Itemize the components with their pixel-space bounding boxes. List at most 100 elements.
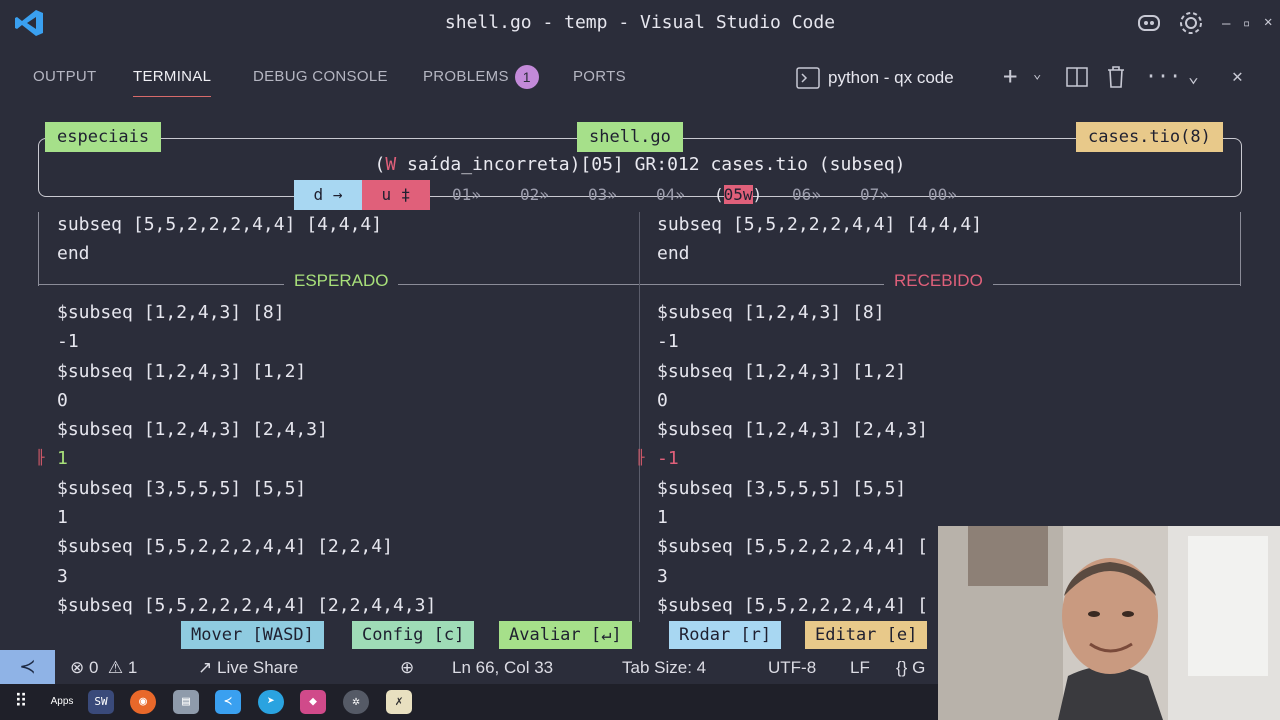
especiais-label: especiais bbox=[45, 122, 162, 152]
restore-icon[interactable]: ▫ bbox=[1243, 16, 1250, 30]
right-input-line: subseq [5,5,2,2,2,4,4] [4,4,4] bbox=[657, 214, 983, 235]
diff-marker-right: ╟ bbox=[636, 450, 645, 466]
settings-app-icon[interactable]: ✲ bbox=[343, 690, 369, 714]
pane-divider bbox=[639, 212, 640, 622]
new-terminal-plus-icon[interactable]: + bbox=[1003, 62, 1017, 90]
expected-output-line: $subseq [1,2,4,3] [1,2] bbox=[57, 360, 307, 382]
cursor-position[interactable]: Ln 66, Col 33 bbox=[452, 658, 553, 678]
tab-size[interactable]: Tab Size: 4 bbox=[622, 658, 706, 678]
expected-output-line: 3 bbox=[57, 565, 68, 587]
diamond-app-icon[interactable]: ◆ bbox=[300, 690, 326, 714]
config-button[interactable]: Config [c] bbox=[352, 621, 475, 649]
telegram-icon[interactable]: ➤ bbox=[258, 690, 284, 714]
evaluate-button[interactable]: Avaliar [↵] bbox=[499, 621, 632, 649]
case-tab-01[interactable]: 01» bbox=[452, 180, 481, 210]
received-output-line: $subseq [3,5,5,5] [5,5] bbox=[657, 477, 907, 499]
status-w-marker: W bbox=[385, 154, 397, 175]
tab-terminal[interactable]: TERMINAL bbox=[133, 68, 212, 97]
split-terminal-icon[interactable] bbox=[1066, 66, 1088, 93]
live-share-button[interactable]: ↗ Live Share bbox=[198, 658, 298, 678]
expected-output-line: 1 bbox=[57, 448, 68, 470]
nav-down-button[interactable]: d → bbox=[294, 180, 362, 210]
received-output-line: -1 bbox=[657, 448, 679, 470]
case-tab-07[interactable]: 07» bbox=[860, 180, 889, 210]
received-output-line: $subseq [1,2,4,3] [1,2] bbox=[657, 360, 907, 382]
live-share-icon: ↗ bbox=[198, 658, 213, 677]
received-output-line: 3 bbox=[657, 565, 668, 587]
received-output-line: $subseq [1,2,4,3] [8] bbox=[657, 302, 885, 323]
case-tab-06[interactable]: 06» bbox=[792, 180, 821, 210]
received-output-line: $subseq [5,5,2,2,2,4,4] [ bbox=[657, 594, 928, 616]
minimize-icon[interactable]: – bbox=[1222, 16, 1230, 32]
received-output-line: 1 bbox=[657, 507, 668, 529]
tab-debug-console[interactable]: DEBUG CONSOLE bbox=[253, 68, 388, 85]
sw-app-icon[interactable]: SW bbox=[88, 690, 114, 714]
status-paren: ( bbox=[374, 154, 386, 175]
more-actions-icon[interactable]: ··· bbox=[1145, 64, 1181, 88]
case-tab-05-label: 05w bbox=[723, 185, 753, 204]
copilot-icon[interactable] bbox=[1136, 10, 1162, 38]
warning-icon: ⚠ bbox=[107, 658, 124, 677]
files-icon[interactable]: ▤ bbox=[173, 690, 199, 714]
case-tab-02[interactable]: 02» bbox=[520, 180, 549, 210]
xournal-icon[interactable]: ✗ bbox=[386, 690, 412, 714]
case-tab-00[interactable]: 00» bbox=[928, 180, 957, 210]
terminal-name[interactable]: python - qx code bbox=[828, 68, 954, 88]
firefox-icon[interactable]: ◉ bbox=[130, 690, 156, 714]
expected-output-line: $subseq [3,5,5,5] [5,5] bbox=[57, 477, 307, 499]
move-wasd-button[interactable]: Mover [WASD] bbox=[181, 621, 324, 649]
panel-tabs: OUTPUT TERMINAL DEBUG CONSOLE PROBLEMS 1 … bbox=[0, 56, 1280, 100]
received-output-pane: $subseq [1,2,4,3] [8] -1 $subseq [1,2,4,3]… bbox=[657, 298, 928, 620]
zoom-search-icon[interactable]: ⊕ bbox=[400, 658, 414, 678]
case-tab-04[interactable]: 04» bbox=[656, 180, 685, 210]
trash-icon[interactable] bbox=[1105, 65, 1127, 94]
right-border bbox=[1240, 212, 1241, 286]
webcam-overlay bbox=[938, 526, 1280, 720]
expected-output-line: 1 bbox=[57, 507, 68, 529]
expected-output-line: $subseq [1,2,4,3] [2,4,3] bbox=[57, 419, 328, 441]
case-tab-03[interactable]: 03» bbox=[588, 180, 617, 210]
tab-problems[interactable]: PROBLEMS 1 bbox=[423, 65, 539, 89]
cases-file-label: cases.tio(8) bbox=[1076, 122, 1223, 152]
problems-count-badge: 1 bbox=[514, 65, 539, 89]
received-output-line: $subseq [1,2,4,3] [2,4,3] bbox=[657, 419, 928, 441]
close-window-icon[interactable]: ✕ bbox=[1264, 14, 1272, 30]
nav-up-button[interactable]: u ‡ bbox=[362, 180, 430, 210]
case-tab-05-active[interactable]: (05w) bbox=[714, 180, 762, 210]
expected-output-line: -1 bbox=[57, 331, 79, 353]
settings-gear-icon[interactable] bbox=[1178, 10, 1204, 40]
error-count: 0 bbox=[88, 658, 99, 677]
vscode-taskbar-icon[interactable]: ≺ bbox=[215, 690, 241, 714]
live-share-label: Live Share bbox=[216, 658, 299, 677]
end-of-line[interactable]: LF bbox=[850, 658, 870, 678]
app-grid-icon[interactable]: ⠿ bbox=[8, 690, 34, 714]
received-output-line: $subseq [5,5,2,2,2,4,4] [ bbox=[657, 536, 928, 558]
expected-output-line: $subseq [1,2,4,3] [8] bbox=[57, 302, 285, 323]
diff-marker-left: ╟ bbox=[36, 450, 45, 466]
shell-go-label: shell.go bbox=[577, 122, 683, 152]
expected-label: ESPERADO bbox=[284, 271, 399, 291]
problems-status[interactable]: ⊗ 0 ⚠ 1 bbox=[70, 658, 137, 678]
left-input-line: subseq [5,5,2,2,2,4,4] [4,4,4] bbox=[57, 214, 383, 235]
expected-output-pane: $subseq [1,2,4,3] [8] -1 $subseq [1,2,4,3]… bbox=[57, 298, 436, 620]
tab-ports[interactable]: PORTS bbox=[573, 68, 626, 85]
left-input-pane: subseq [5,5,2,2,2,4,4] [4,4,4] end bbox=[57, 210, 382, 269]
expected-output-line: $subseq [5,5,2,2,2,4,4] [2,2,4,4,3] bbox=[57, 594, 437, 616]
right-input-line: end bbox=[657, 243, 690, 265]
window-title: shell.go - temp - Visual Studio Code bbox=[444, 12, 836, 33]
chevron-down-icon[interactable]: ⌄ bbox=[1033, 66, 1041, 82]
encoding[interactable]: UTF-8 bbox=[768, 658, 816, 678]
language-mode[interactable]: {} G bbox=[896, 658, 925, 678]
received-output-line: -1 bbox=[657, 331, 679, 353]
run-button[interactable]: Rodar [r] bbox=[669, 621, 782, 649]
tab-output[interactable]: OUTPUT bbox=[33, 68, 96, 85]
right-input-pane: subseq [5,5,2,2,2,4,4] [4,4,4] end bbox=[657, 210, 982, 269]
expected-output-line: 0 bbox=[57, 389, 68, 411]
error-icon: ⊗ bbox=[70, 658, 85, 677]
maximize-panel-chevron-icon[interactable]: ⌄ bbox=[1188, 66, 1199, 87]
apps-label[interactable]: Apps bbox=[48, 690, 76, 714]
case-tab-05-open: ( bbox=[714, 185, 724, 204]
close-panel-icon[interactable]: ✕ bbox=[1232, 66, 1243, 87]
edit-button[interactable]: Editar [e] bbox=[805, 621, 928, 649]
remote-indicator-icon[interactable]: ≺ bbox=[0, 650, 55, 684]
